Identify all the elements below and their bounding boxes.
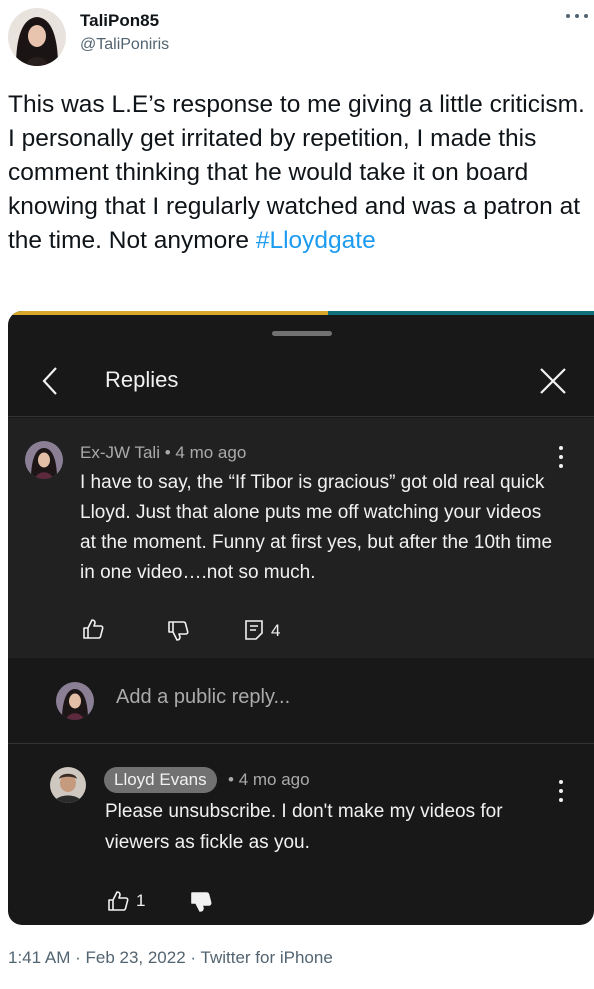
close-icon[interactable] bbox=[536, 364, 570, 398]
more-horizontal-icon[interactable] bbox=[566, 10, 588, 22]
comment-bullet: • bbox=[164, 443, 171, 462]
reply-meta: • 4 mo ago bbox=[228, 770, 310, 790]
comment-author[interactable]: Ex-JW Tali bbox=[80, 443, 160, 462]
reply-text: Please unsubscribe. I don't make my vide… bbox=[105, 801, 503, 853]
reply-comment: Lloyd Evans • 4 mo ago Please unsubscrib… bbox=[8, 745, 594, 925]
tweet-header: TaliPon85 @TaliPoniris bbox=[0, 0, 594, 80]
commenter-avatar[interactable] bbox=[25, 441, 63, 479]
comment-time: 4 mo ago bbox=[175, 443, 247, 462]
more-vertical-icon[interactable] bbox=[558, 446, 564, 468]
replies-title: Replies bbox=[105, 367, 179, 392]
thumbs-down-icon[interactable] bbox=[190, 891, 212, 918]
footer-separator-2: · bbox=[185, 948, 201, 967]
parent-comment: Ex-JW Tali • 4 mo ago I have to say, the… bbox=[8, 418, 594, 658]
user-avatar[interactable] bbox=[8, 8, 66, 66]
comment-meta: Ex-JW Tali • 4 mo ago bbox=[80, 443, 246, 463]
footer-separator: · bbox=[70, 948, 86, 967]
chevron-left-icon[interactable] bbox=[36, 363, 66, 399]
display-name[interactable]: TaliPon85 bbox=[80, 11, 159, 31]
tweet-time[interactable]: 1:41 AM bbox=[8, 948, 70, 967]
reply-time: 4 mo ago bbox=[238, 770, 310, 789]
comment-text: I have to say, the “If Tibor is gracious… bbox=[80, 472, 553, 583]
reply-icon[interactable] bbox=[244, 619, 264, 646]
tweet-date[interactable]: Feb 23, 2022 bbox=[85, 948, 185, 967]
tweet-source[interactable]: Twitter for iPhone bbox=[201, 948, 333, 967]
sheet-drag-handle bbox=[272, 331, 332, 336]
reply-author-chip[interactable]: Lloyd Evans bbox=[104, 767, 217, 793]
tweet-footer: 1:41 AM · Feb 23, 2022 · Twitter for iPh… bbox=[8, 948, 333, 968]
add-reply-row: Add a public reply... bbox=[8, 658, 594, 744]
user-handle[interactable]: @TaliPoniris bbox=[80, 36, 169, 54]
reply-input[interactable]: Add a public reply... bbox=[116, 686, 290, 709]
reply-bullet: • bbox=[228, 770, 234, 789]
reply-count[interactable]: 4 bbox=[271, 621, 280, 641]
thumbs-up-icon[interactable] bbox=[82, 618, 104, 645]
thumbs-down-icon[interactable] bbox=[167, 620, 189, 647]
tweet-media-image[interactable]: Replies Ex-JW Tali • 4 mo ago I have to … bbox=[8, 311, 594, 925]
thumbs-up-icon[interactable] bbox=[107, 890, 129, 917]
media-top-strip-accent bbox=[8, 311, 328, 315]
own-avatar bbox=[56, 682, 94, 720]
tweet-text: This was L.E’s response to me giving a l… bbox=[8, 88, 588, 258]
hashtag-link[interactable]: #Lloydgate bbox=[256, 227, 376, 254]
replier-avatar[interactable] bbox=[50, 767, 86, 803]
like-count: 1 bbox=[136, 891, 146, 910]
replies-header: Replies bbox=[8, 345, 594, 417]
